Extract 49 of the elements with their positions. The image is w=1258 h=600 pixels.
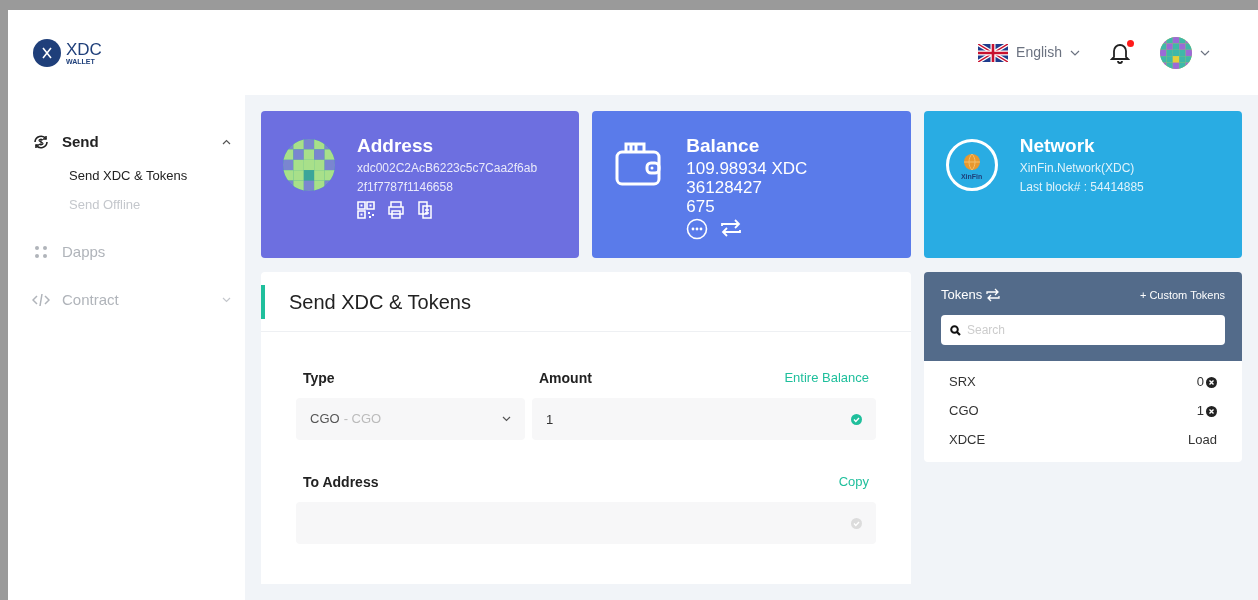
logo-icon (32, 37, 62, 68)
account-menu-button[interactable] (1160, 36, 1210, 69)
submenu-item[interactable]: Send XDC & Tokens (69, 165, 231, 185)
chevron-down-icon (1200, 49, 1210, 56)
card-text: 109.98934 XDC (686, 159, 808, 178)
field-label: To Address (303, 473, 379, 490)
sidebar-item[interactable]: Send (32, 131, 231, 154)
card-text: xdc002C2AcB6223c5c7Caa2f6ab (357, 160, 538, 177)
token-symbol: CGO (949, 402, 979, 421)
logo-title: XDC (66, 40, 102, 58)
panel-title: Send XDC & Tokens (289, 289, 471, 315)
avatar-icon (283, 139, 335, 191)
qr-code-icon[interactable] (357, 201, 375, 219)
field-label: Type (302, 369, 336, 386)
token-balance: 0 (1196, 373, 1204, 392)
card-title: Address (357, 134, 435, 158)
language-selector[interactable]: English (978, 42, 1080, 63)
card-text: 2f1f7787f1146658 (357, 179, 454, 196)
type-select[interactable]: CGO - CGO (296, 398, 525, 440)
avatar-icon (1160, 36, 1192, 69)
amount-field[interactable]: 1 (532, 398, 876, 440)
remove-icon[interactable] (1206, 376, 1217, 388)
card-text: Last block# : 54414885 (1019, 179, 1144, 196)
swap-arrows-icon[interactable] (986, 287, 1001, 302)
card-title: Balance (686, 134, 761, 158)
dollar-cycle-icon (32, 133, 50, 152)
card-text: 675 (686, 197, 716, 216)
remove-icon[interactable] (1206, 405, 1217, 417)
token-symbol: XDCE (949, 431, 986, 450)
swap-arrows-icon[interactable] (720, 218, 743, 238)
card-title: Network (1019, 134, 1096, 158)
token-symbol: SRX (949, 373, 976, 392)
chevron-down-icon (1070, 49, 1080, 56)
field-label: Amount (539, 369, 592, 386)
select-subtext: - CGO (343, 410, 383, 429)
load-button[interactable]: Load (1188, 430, 1217, 450)
flag-icon (978, 43, 1009, 62)
bell-icon (1110, 41, 1130, 64)
address-field[interactable] (296, 502, 876, 544)
custom-tokens-link[interactable]: + Custom Tokens (1139, 286, 1225, 303)
more-icon[interactable] (686, 218, 709, 240)
token-balance: 1 (1196, 402, 1204, 421)
printer-icon[interactable] (387, 201, 405, 219)
card-text: XinFin.Network(XDC) (1019, 160, 1136, 177)
card-text: 36128427 (686, 178, 763, 197)
tokens-title: Tokens (941, 286, 983, 304)
chevron-down-icon (502, 416, 511, 422)
copy-icon[interactable] (417, 201, 433, 219)
search-icon (950, 324, 961, 336)
